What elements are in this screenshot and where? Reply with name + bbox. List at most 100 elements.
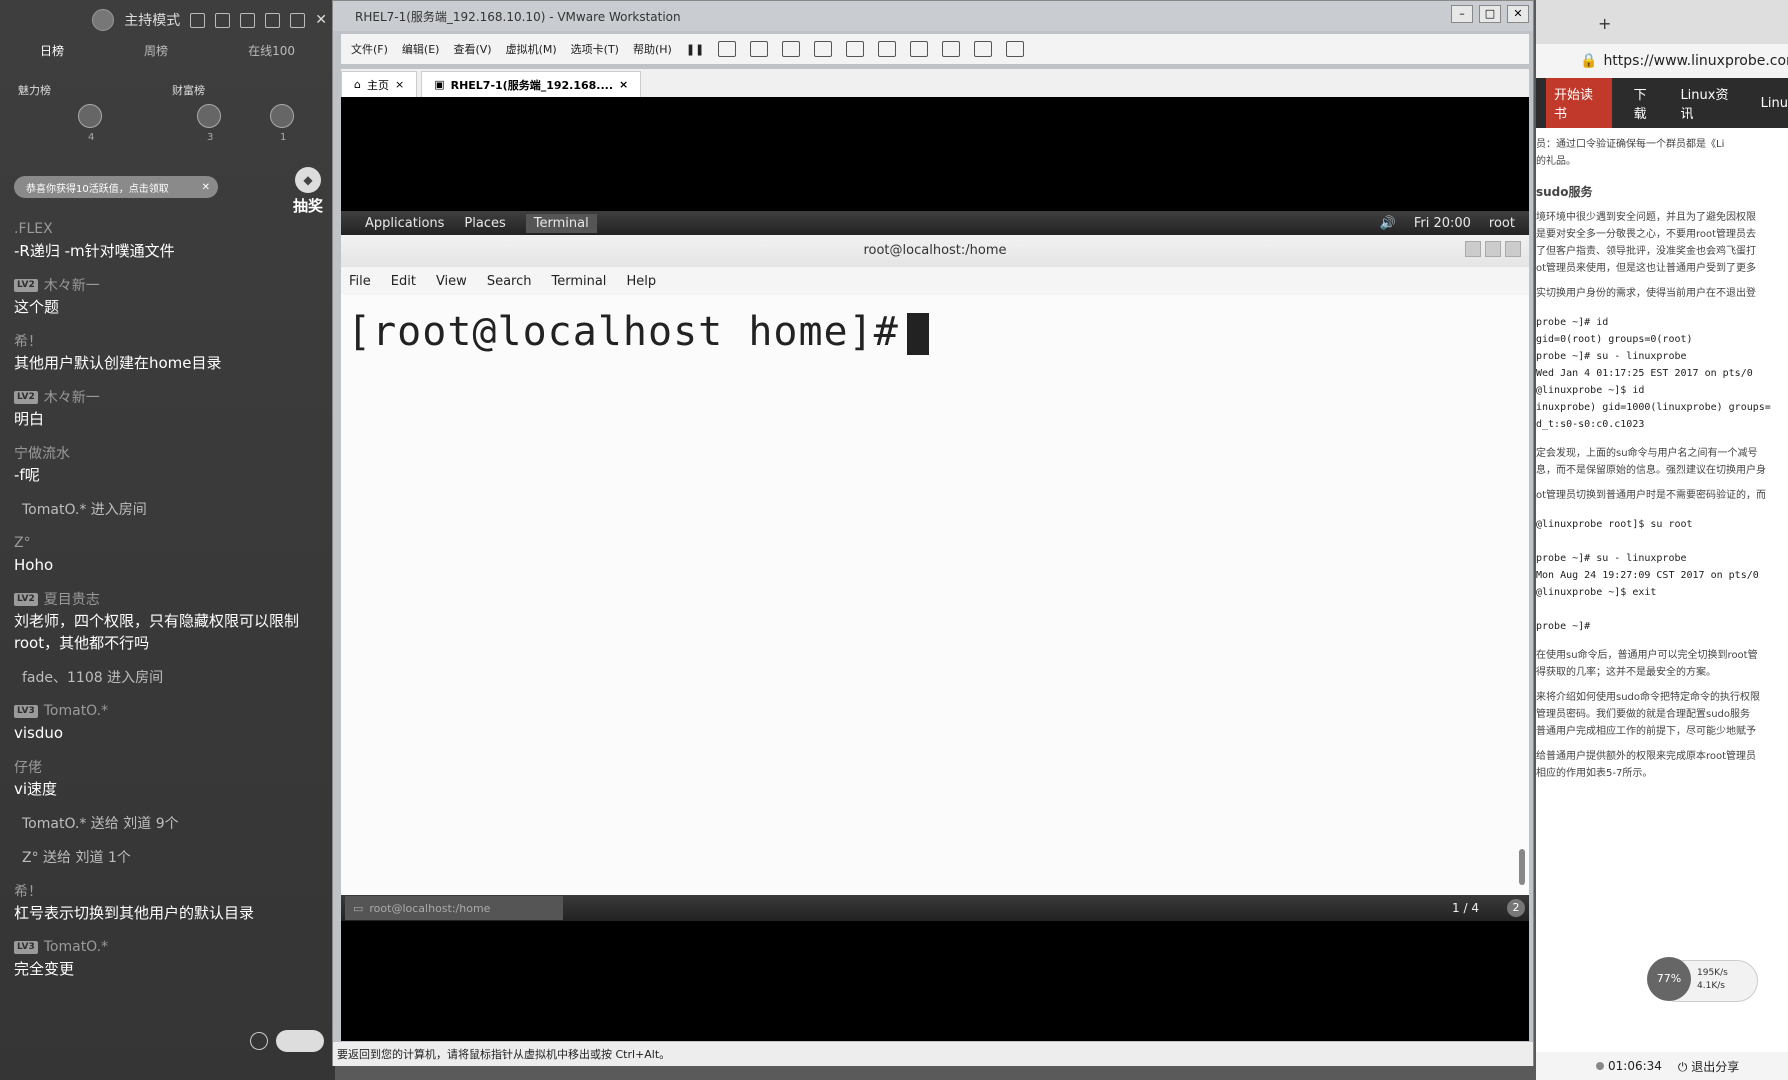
close-icon[interactable]: × <box>395 78 404 91</box>
chat-message: .FLEX -R递归 -m针对噗通文件 <box>14 218 329 262</box>
maximize-button[interactable] <box>1485 241 1501 257</box>
terminal-scrollbar[interactable] <box>1519 295 1527 885</box>
volume-icon[interactable]: 🔊 <box>1380 216 1396 231</box>
chat-username[interactable]: LV3 TomatO.* <box>14 700 329 722</box>
rank-avatar[interactable] <box>270 104 294 128</box>
chat-username[interactable]: TomatO.* 送给 刘道 9个 <box>14 812 329 834</box>
close-button[interactable] <box>1505 241 1521 257</box>
nav-start-reading[interactable]: 开始读书 <box>1546 78 1612 128</box>
tab-online[interactable]: 在线100 <box>248 42 295 59</box>
charm-label[interactable]: 魅力榜 <box>18 82 51 98</box>
nav-linux-news[interactable]: Linux资讯 <box>1680 84 1738 122</box>
menu-file[interactable]: 文件(F) <box>351 41 388 57</box>
snapshot-icon[interactable] <box>750 41 769 57</box>
username-text: Z° 送给 刘道 1个 <box>22 850 131 866</box>
minimize-button[interactable]: – <box>1451 5 1473 23</box>
send-keys-icon[interactable] <box>718 41 737 57</box>
close-icon[interactable]: ✕ <box>315 12 327 28</box>
menu-bar: 文件(F) 编辑(E) 查看(V) 虚拟机(M) 选项卡(T) 帮助(H) ❚❚ <box>341 34 1529 64</box>
target-icon[interactable] <box>190 12 206 28</box>
external-link-icon[interactable] <box>215 12 231 28</box>
taskbar-terminal[interactable]: ▭ root@localhost:/home <box>345 896 563 920</box>
emoji-icon[interactable] <box>250 1032 268 1050</box>
exit-share-button[interactable]: ⏻ 退出分享 <box>1678 1058 1739 1075</box>
nav-linux[interactable]: Linu <box>1761 96 1788 111</box>
guest-display[interactable]: Applications Places Terminal 🔊 Fri 20:00… <box>341 97 1529 1041</box>
maximize-icon[interactable] <box>290 12 306 28</box>
close-icon[interactable]: × <box>619 78 628 91</box>
chat-text: 完全变更 <box>14 960 75 978</box>
close-icon[interactable]: ✕ <box>202 182 210 193</box>
chat-username[interactable]: LV3 TomatO.* <box>14 936 329 958</box>
send-button[interactable] <box>276 1030 324 1052</box>
username-text: .FLEX <box>14 221 53 237</box>
rank-avatar[interactable] <box>197 104 221 128</box>
chat-username[interactable]: fade、1108 进入房间 <box>14 666 329 688</box>
nav-download[interactable]: 下载 <box>1634 84 1659 122</box>
unity-icon[interactable] <box>942 41 961 57</box>
menu-file[interactable]: File <box>349 274 371 289</box>
places-menu[interactable]: Places <box>464 216 505 231</box>
chat-username[interactable]: TomatO.* 进入房间 <box>14 498 329 520</box>
minimize-button[interactable] <box>1465 241 1481 257</box>
chat-username[interactable]: 仔佬 <box>14 756 329 778</box>
tab-home[interactable]: ⌂ 主页 × <box>341 71 418 97</box>
menu-icon[interactable] <box>240 12 256 28</box>
chat-username[interactable]: Z° <box>14 532 329 554</box>
window-title: RHEL7-1(服务端_192.168.10.10) - VMware Work… <box>333 1 1533 31</box>
tab-daily[interactable]: 日榜 <box>40 42 64 59</box>
chat-text: 杠号表示切换到其他用户的默认目录 <box>14 904 255 922</box>
rank-avatar[interactable] <box>78 104 102 128</box>
chat-username[interactable]: LV2 木々新一 <box>14 274 329 296</box>
chat-username[interactable]: .FLEX <box>14 218 329 240</box>
menu-tabs[interactable]: 选项卡(T) <box>571 41 619 57</box>
chat-username[interactable]: LV2 夏目贵志 <box>14 588 329 610</box>
chat-username[interactable]: Z° 送给 刘道 1个 <box>14 846 329 868</box>
user-menu[interactable]: root <box>1489 216 1515 231</box>
chat-username[interactable]: 宁做流水 <box>14 442 329 464</box>
close-button[interactable]: ✕ <box>1507 5 1529 23</box>
network-speed-widget[interactable]: 77% 195K/s 4.1K/s <box>1647 957 1758 1002</box>
menu-help[interactable]: Help <box>626 274 656 289</box>
menu-view[interactable]: 查看(V) <box>453 41 491 57</box>
reward-notice[interactable]: 恭喜你获得10活跃值，点击领取 ✕ <box>14 176 218 198</box>
menu-vm[interactable]: 虚拟机(M) <box>506 41 557 57</box>
host-avatar[interactable] <box>92 9 115 31</box>
chat-username[interactable]: 希！ <box>14 880 329 902</box>
terminal-screen[interactable]: [root@localhost home]# <box>341 295 1529 355</box>
menu-edit[interactable]: Edit <box>391 274 416 289</box>
scroll-thumb[interactable] <box>1519 849 1525 885</box>
chat-username[interactable]: 希！ <box>14 330 329 352</box>
new-tab-icon[interactable]: + <box>1598 14 1611 33</box>
sidebar-icon[interactable] <box>846 41 865 57</box>
maximize-button[interactable]: □ <box>1479 5 1501 23</box>
stretch-icon[interactable] <box>1006 41 1025 57</box>
snapshot-manager-icon[interactable] <box>814 41 833 57</box>
tab-vm[interactable]: ▣ RHEL7-1(服务端_192.168.... × <box>421 71 642 97</box>
console-icon[interactable] <box>974 41 993 57</box>
minimize-icon[interactable] <box>265 12 281 28</box>
clock[interactable]: Fri 20:00 <box>1414 216 1471 231</box>
share-footer: 01:06:34 ⏻ 退出分享 <box>1536 1052 1788 1080</box>
pause-icon[interactable]: ❚❚ <box>686 43 704 56</box>
menu-view[interactable]: View <box>436 274 467 289</box>
applications-menu[interactable]: Applications <box>365 216 444 231</box>
menu-help[interactable]: 帮助(H) <box>633 41 672 57</box>
tab-weekly[interactable]: 周榜 <box>144 42 168 59</box>
notification-badge[interactable]: 2 <box>1507 899 1525 917</box>
wealth-label[interactable]: 财富榜 <box>172 82 205 98</box>
text-line: 息，而不是保留原始的信息。强烈建议在切换用户身 <box>1536 465 1766 476</box>
chat-username[interactable]: LV2 木々新一 <box>14 386 329 408</box>
thumbnail-icon[interactable] <box>878 41 897 57</box>
workspace-pager[interactable]: 1 / 4 <box>1452 901 1479 915</box>
fullscreen-icon[interactable] <box>910 41 929 57</box>
lottery-button[interactable]: ◆ 抽奖 <box>288 167 328 215</box>
menu-edit[interactable]: 编辑(E) <box>402 41 440 57</box>
terminal-app-menu[interactable]: Terminal <box>525 213 597 233</box>
revert-snapshot-icon[interactable] <box>782 41 801 57</box>
menu-terminal[interactable]: Terminal <box>551 274 606 289</box>
menu-search[interactable]: Search <box>487 274 532 289</box>
address-bar[interactable]: 🔒 https://www.linuxprobe.com/c <box>1536 44 1788 78</box>
text-line: ot管理员来使用，但是这也让普通用户受到了更多 <box>1536 263 1757 274</box>
